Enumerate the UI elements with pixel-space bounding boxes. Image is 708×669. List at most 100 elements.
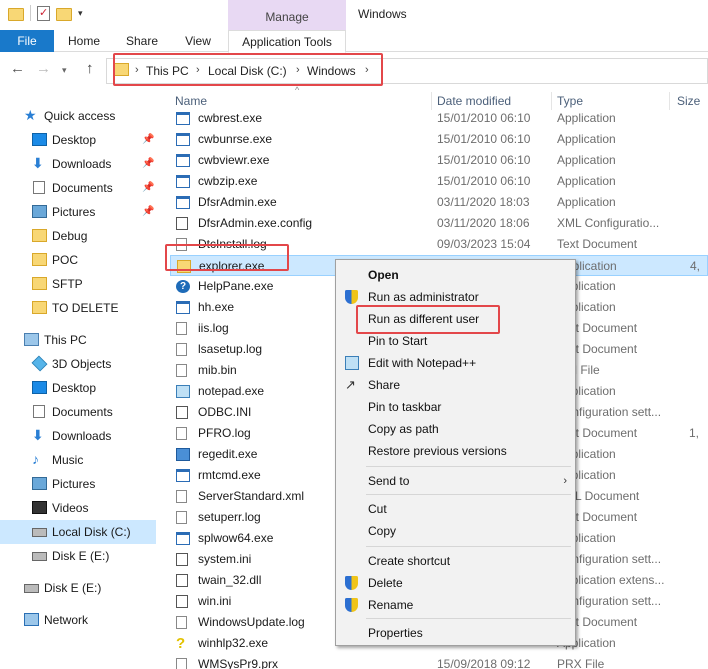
properties-icon[interactable] bbox=[37, 5, 50, 21]
file-row-wmsyspr9-prx[interactable]: WMSysPr9.prx 15/09/2018 09:12 PRX File bbox=[170, 654, 708, 669]
file-date-modified: 15/01/2010 06:10 bbox=[437, 111, 531, 125]
file-name: winhlp32.exe bbox=[198, 636, 269, 650]
file-row-cwbrest-exe[interactable]: cwbrest.exe 15/01/2010 06:10 Application bbox=[170, 108, 708, 129]
nav-item-videos[interactable]: Videos bbox=[0, 496, 156, 520]
nav-item-quick-access[interactable]: ★ Quick access bbox=[0, 104, 156, 128]
pin-icon: 📌 bbox=[142, 134, 155, 145]
file-type: PRX File bbox=[557, 657, 605, 669]
file-name: splwow64.exe bbox=[198, 531, 274, 545]
file-row-cwbzip-exe[interactable]: cwbzip.exe 15/01/2010 06:10 Application bbox=[170, 171, 708, 192]
menu-item-label: Rename bbox=[368, 598, 414, 612]
menu-item-cut[interactable]: Cut bbox=[336, 498, 575, 520]
back-arrow-icon[interactable]: ← bbox=[10, 60, 25, 77]
nav-item-poc[interactable]: POC bbox=[0, 248, 156, 272]
nav-item-music[interactable]: ♪ Music bbox=[0, 448, 156, 472]
menu-item-properties[interactable]: Properties bbox=[336, 622, 575, 644]
nav-item-this-pc[interactable]: This PC bbox=[0, 328, 156, 352]
nav-item-documents[interactable]: Documents bbox=[0, 400, 156, 424]
new-folder-icon[interactable] bbox=[56, 7, 72, 21]
tab-home[interactable]: Home bbox=[60, 30, 108, 52]
file-type: Application bbox=[557, 300, 616, 314]
file-date-modified: 03/11/2020 18:03 bbox=[437, 195, 530, 209]
nav-item-network[interactable]: Network bbox=[0, 608, 156, 632]
menu-item-label: Create shortcut bbox=[368, 554, 451, 568]
nav-item-disk-e[interactable]: Disk E (E:) bbox=[0, 544, 156, 568]
pictures-icon bbox=[32, 477, 47, 490]
tab-application-tools[interactable]: Application Tools bbox=[228, 30, 346, 53]
file-date-modified: 09/03/2023 15:04 bbox=[437, 237, 531, 251]
file-row-cwbviewr-exe[interactable]: cwbviewr.exe 15/01/2010 06:10 Application bbox=[170, 150, 708, 171]
file-name: setuperr.log bbox=[198, 510, 261, 524]
menu-item-rename[interactable]: Rename bbox=[336, 594, 575, 616]
menu-item-copy[interactable]: Copy bbox=[336, 520, 575, 542]
nav-item-sftp[interactable]: SFTP bbox=[0, 272, 156, 296]
file-name: DfsrAdmin.exe.config bbox=[198, 216, 313, 230]
nav-item-to-delete[interactable]: TO DELETE bbox=[0, 296, 156, 320]
column-header-type[interactable]: Type bbox=[557, 94, 583, 108]
star-icon: ★ bbox=[24, 107, 37, 123]
menu-item-restore-previous-versions[interactable]: Restore previous versions bbox=[336, 440, 575, 462]
file-name: PFRO.log bbox=[198, 426, 251, 440]
up-arrow-icon[interactable]: ↑ bbox=[86, 60, 94, 77]
nav-item-3d-objects[interactable]: 3D Objects bbox=[0, 352, 156, 376]
file-name: mib.bin bbox=[198, 363, 237, 377]
application-icon bbox=[176, 301, 190, 314]
menu-item-delete[interactable]: Delete bbox=[336, 572, 575, 594]
text-file-icon bbox=[176, 322, 187, 335]
nav-item-documents-pinned[interactable]: Documents 📌 bbox=[0, 176, 156, 200]
file-type: XML Configuratio... bbox=[557, 216, 660, 230]
column-header-date-modified[interactable]: Date modified bbox=[437, 94, 511, 108]
column-header-name[interactable]: Name bbox=[175, 94, 207, 108]
recent-locations-icon[interactable]: ▾ bbox=[62, 65, 67, 76]
nav-item-pictures[interactable]: Pictures bbox=[0, 472, 156, 496]
download-icon: ⬇ bbox=[32, 427, 44, 443]
folder-icon[interactable] bbox=[8, 7, 24, 21]
menu-item-edit-with-notepad-[interactable]: Edit with Notepad++ bbox=[336, 352, 575, 374]
menu-item-send-to[interactable]: Send to › bbox=[336, 470, 575, 492]
file-row-dfsradmin-exe-config[interactable]: DfsrAdmin.exe.config 03/11/2020 18:06 XML … bbox=[170, 213, 708, 234]
menu-item-label: Restore previous versions bbox=[368, 444, 507, 458]
menu-item-pin-to-taskbar[interactable]: Pin to taskbar bbox=[336, 396, 575, 418]
tab-share[interactable]: Share bbox=[118, 30, 166, 52]
file-row-dfsradmin-exe[interactable]: DfsrAdmin.exe 03/11/2020 18:03 Application bbox=[170, 192, 708, 213]
file-type: Configuration sett... bbox=[557, 594, 662, 608]
customize-toolbar-icon[interactable]: ▾ bbox=[78, 8, 83, 19]
nav-item-downloads[interactable]: ⬇ Downloads bbox=[0, 424, 156, 448]
nav-item-desktop-pinned[interactable]: Desktop 📌 bbox=[0, 128, 156, 152]
sort-ascending-icon: ^ bbox=[295, 85, 300, 95]
menu-item-copy-as-path[interactable]: Copy as path bbox=[336, 418, 575, 440]
text-file-icon bbox=[176, 427, 187, 440]
file-name: cwbunrse.exe bbox=[198, 132, 273, 146]
menu-item-label: Share bbox=[368, 378, 401, 392]
tab-view[interactable]: View bbox=[176, 30, 220, 52]
nav-item-label: SFTP bbox=[52, 277, 83, 291]
file-name: WMSysPr9.prx bbox=[198, 657, 279, 669]
forward-arrow-icon[interactable]: → bbox=[36, 60, 51, 77]
folder-icon bbox=[32, 253, 47, 266]
nav-item-local-disk-c[interactable]: Local Disk (C:) bbox=[0, 520, 156, 544]
menu-item-create-shortcut[interactable]: Create shortcut bbox=[336, 550, 575, 572]
nav-item-disk-e-root[interactable]: Disk E (E:) bbox=[0, 576, 156, 600]
file-row-cwbunrse-exe[interactable]: cwbunrse.exe 15/01/2010 06:10 Application bbox=[170, 129, 708, 150]
menu-item-label: Delete bbox=[368, 576, 403, 590]
file-type: Application bbox=[557, 447, 616, 461]
nav-item-debug[interactable]: Debug bbox=[0, 224, 156, 248]
column-header-size[interactable]: Size bbox=[677, 94, 700, 108]
file-date-modified: 03/11/2020 18:06 bbox=[437, 216, 530, 230]
text-file-icon bbox=[176, 490, 187, 503]
nav-item-desktop[interactable]: Desktop bbox=[0, 376, 156, 400]
manage-tab-group[interactable]: Manage bbox=[228, 0, 346, 30]
drive-icon bbox=[32, 552, 47, 561]
folder-icon bbox=[32, 277, 47, 290]
nav-item-downloads-pinned[interactable]: ⬇ Downloads 📌 bbox=[0, 152, 156, 176]
highlight-run-as-different-user-box bbox=[356, 305, 500, 334]
nav-item-label: Local Disk (C:) bbox=[52, 525, 131, 539]
nav-item-pictures-pinned[interactable]: Pictures 📌 bbox=[0, 200, 156, 224]
file-name: hh.exe bbox=[198, 300, 235, 314]
pin-icon: 📌 bbox=[142, 206, 155, 217]
shield-icon bbox=[345, 576, 358, 590]
file-name: system.ini bbox=[198, 552, 252, 566]
menu-item-share[interactable]: ↗ Share bbox=[336, 374, 575, 396]
menu-item-open[interactable]: Open bbox=[336, 264, 575, 286]
tab-file[interactable]: File bbox=[0, 30, 54, 52]
